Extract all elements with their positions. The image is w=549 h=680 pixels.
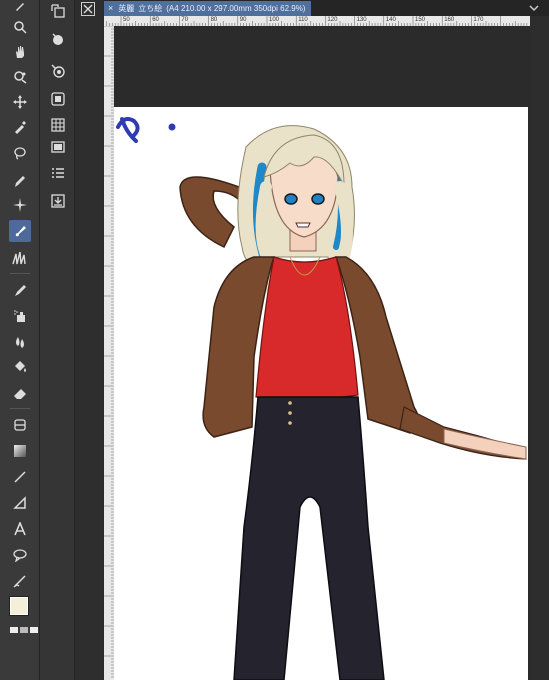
figure-icon[interactable] [9, 492, 31, 514]
ruler-label: 130 [356, 17, 367, 23]
ruler-label: 160 [444, 17, 455, 23]
eraser-icon[interactable] [9, 382, 31, 404]
sparkle-icon[interactable] [9, 194, 31, 216]
ruler-label: 80 [210, 17, 218, 23]
right-panel-edge [530, 16, 549, 680]
color-swatches[interactable] [9, 596, 38, 623]
sub-tool-strip [40, 0, 75, 680]
frame-icon[interactable] [48, 137, 68, 157]
fill-icon[interactable] [9, 356, 31, 378]
pencil-icon[interactable] [9, 280, 31, 302]
list-icon[interactable] [48, 163, 68, 183]
brush-icon[interactable] [9, 220, 31, 242]
layer-rotate-icon[interactable] [48, 29, 68, 49]
tab-document[interactable]: × 英麗 立ち絵 (A4 210.00 x 297.00mm 350dpi 62… [104, 1, 312, 16]
drawing-canvas[interactable]: め・ [114, 107, 528, 680]
pen-top-icon[interactable] [9, 1, 31, 11]
sketch-mark [116, 117, 176, 143]
eyedropper-icon[interactable] [9, 116, 31, 138]
raised-arm-sleeve [179, 176, 244, 248]
move-icon[interactable] [9, 91, 31, 113]
grid-icon[interactable] [48, 115, 68, 135]
text-icon[interactable] [9, 518, 31, 540]
gradient-icon[interactable] [9, 440, 31, 462]
ruler-label: 120 [327, 17, 338, 23]
balloon-icon[interactable] [9, 544, 31, 566]
pasteboard [114, 26, 530, 107]
ruler-label: 170 [473, 17, 484, 23]
character-illustration: め・ [116, 117, 527, 680]
main-color-swatch[interactable] [9, 596, 29, 616]
ruler-label: 140 [385, 17, 396, 23]
hand-icon[interactable] [9, 41, 31, 63]
zoom-icon[interactable] [9, 16, 31, 38]
tool-bar [0, 0, 40, 680]
panel-gutter [75, 0, 103, 680]
layer-scale-icon[interactable] [48, 61, 68, 81]
line-icon[interactable] [9, 466, 31, 488]
tab-close-icon[interactable]: × [108, 1, 113, 16]
layer-move-icon[interactable] [48, 1, 68, 21]
correction-icon[interactable] [9, 570, 31, 592]
tab-list-chevron-down-icon[interactable] [527, 1, 541, 15]
tab-file-name: 英麗 [118, 4, 135, 13]
document-tab-bar: × 英麗 立ち絵 (A4 210.00 x 297.00mm 350dpi 62… [104, 0, 549, 16]
view-icon[interactable] [48, 89, 68, 109]
lasso-icon[interactable] [9, 142, 31, 164]
import-icon[interactable] [48, 191, 68, 211]
ruler-label: 60 [152, 17, 159, 23]
rotate-icon[interactable] [9, 66, 31, 88]
blend-icon[interactable] [9, 331, 31, 353]
grass-icon[interactable] [9, 247, 31, 269]
pen-icon[interactable] [9, 170, 31, 192]
close-panel-icon[interactable] [81, 2, 95, 16]
airbrush-icon[interactable] [9, 305, 31, 327]
black-pants [233, 396, 385, 680]
ruler-label: 150 [415, 17, 426, 23]
tab-document-label: 立ち絵 [138, 4, 163, 13]
ruler-label: 70 [181, 17, 189, 23]
ruler-label: 110 [298, 17, 308, 23]
transparent-color-bar[interactable] [10, 627, 38, 633]
ruler-label: 100 [269, 17, 280, 23]
tab-document-info: (A4 210.00 x 297.00mm 350dpi 62.9%) [166, 4, 306, 13]
ruler-label: 50 [123, 17, 130, 23]
ruler-label: 90 [239, 17, 247, 23]
layer-icon[interactable] [9, 414, 31, 436]
